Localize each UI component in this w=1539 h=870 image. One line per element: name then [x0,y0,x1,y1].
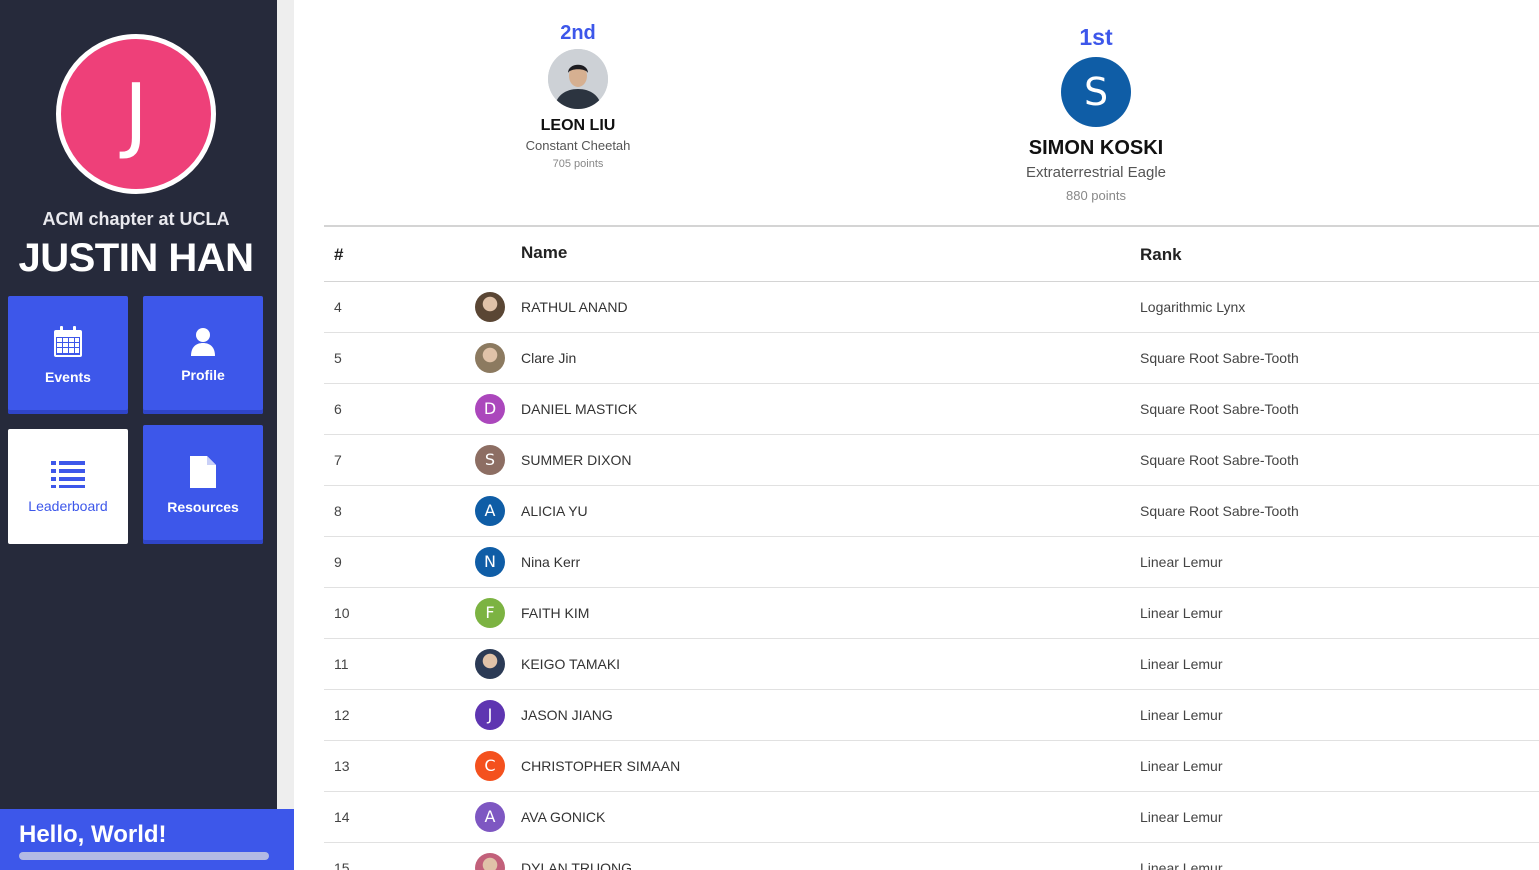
podium-second-points: 705 points [552,158,604,170]
list-icon [51,460,85,488]
row-avatar: F [475,598,505,628]
hello-world-panel[interactable]: Hello, World! [0,809,294,870]
table-row[interactable]: 6 D DANIEL MASTICK Square Root Sabre-Tooth [324,384,1539,435]
table-row[interactable]: 14 A AVA GONICK Linear Lemur [324,792,1539,843]
podium-first-points: 880 points [1066,188,1126,203]
nav-leaderboard-button[interactable]: Leaderboard [8,429,128,544]
hello-world-title: Hello, World! [19,821,167,848]
nav-profile-button[interactable]: Profile [143,296,263,414]
chapter-label: ACM chapter at UCLA [42,209,230,229]
table-row[interactable]: 10 F FAITH KIM Linear Lemur [324,588,1539,639]
table-row[interactable]: 15 DYLAN TRUONG Linear Lemur [324,843,1539,870]
sidebar: J ACM chapter at UCLA JUSTIN HAN Events … [0,0,277,870]
row-rank: Logarithmic Lynx [1140,299,1246,315]
table-row[interactable]: 12 J JASON JIANG Linear Lemur [324,690,1539,741]
row-number: 9 [334,554,342,570]
row-rank: Square Root Sabre-Tooth [1140,452,1299,468]
row-avatar [475,853,505,870]
row-avatar: A [475,802,505,832]
row-avatar: C [475,751,505,781]
row-name: RATHUL ANAND [521,299,628,315]
row-rank: Linear Lemur [1140,809,1223,825]
row-number: 10 [334,605,350,621]
row-number: 11 [334,656,349,672]
row-name: Clare Jin [521,350,577,366]
hello-progress-bar [19,852,269,860]
row-rank: Linear Lemur [1140,554,1223,570]
podium-first: 1st S SIMON KOSKI Extraterrestrial Eagle… [996,24,1196,203]
row-name: CHRISTOPHER SIMAAN [521,758,681,774]
row-avatar [475,292,505,322]
podium-second: 2nd LEON LIU Constant Cheetah 705 points [498,22,658,170]
podium-second-avatar [548,49,608,109]
row-rank: Linear Lemur [1140,656,1223,672]
header-number: # [334,245,344,264]
row-avatar [475,343,505,373]
header-name: Name [521,243,568,262]
table-row[interactable]: 11 KEIGO TAMAKI Linear Lemur [324,639,1539,690]
row-rank: Linear Lemur [1140,605,1223,621]
row-name: KEIGO TAMAKI [521,656,621,672]
row-number: 13 [334,758,350,774]
nav-events-button[interactable]: Events [8,296,128,414]
row-name: Nina Kerr [521,554,581,570]
row-name: ALICIA YU [521,503,588,519]
row-rank: Linear Lemur [1140,860,1223,870]
table-row[interactable]: 4 RATHUL ANAND Logarithmic Lynx [324,282,1539,333]
podium-first-avatar: S [1061,57,1131,127]
user-name: JUSTIN HAN [18,236,254,280]
row-avatar: N [475,547,505,577]
row-avatar [475,649,505,679]
row-number: 4 [334,299,342,315]
table-row[interactable]: 9 N Nina Kerr Linear Lemur [324,537,1539,588]
row-number: 7 [334,452,342,468]
row-number: 12 [334,707,350,723]
row-name: AVA GONICK [521,809,606,825]
row-avatar: S [475,445,505,475]
user-avatar: J [56,34,216,194]
podium-first-place: 1st [1079,24,1113,50]
table-row[interactable]: 5 Clare Jin Square Root Sabre-Tooth [324,333,1539,384]
hello-progress-fill [19,852,269,860]
row-number: 5 [334,350,342,366]
podium-second-name: LEON LIU [540,117,616,134]
podium-first-name: SIMON KOSKI [1028,137,1164,159]
podium-second-place: 2nd [560,22,596,44]
leaderboard-table: # Name Rank 4 RATHUL ANAND Logarithmic Lyn… [324,225,1539,870]
nav-resources-label: Resources [167,498,239,515]
row-name: SUMMER DIXON [521,452,632,468]
row-name: DYLAN TRUONG [521,860,632,870]
podium-second-rank: Constant Cheetah [525,138,631,153]
row-name: JASON JIANG [521,707,613,723]
row-rank: Square Root Sabre-Tooth [1140,401,1299,417]
table-header: # Name Rank [324,225,1539,282]
row-name: FAITH KIM [521,605,590,621]
row-rank: Linear Lemur [1140,707,1223,723]
header-rank: Rank [1140,245,1182,264]
table-row[interactable]: 13 C CHRISTOPHER SIMAAN Linear Lemur [324,741,1539,792]
nav-profile-label: Profile [181,367,225,383]
row-rank: Square Root Sabre-Tooth [1140,350,1299,366]
podium-first-rank: Extraterrestrial Eagle [1025,164,1167,181]
table-body: 4 RATHUL ANAND Logarithmic Lynx 5 Clare Jin S… [324,282,1539,870]
row-rank: Linear Lemur [1140,758,1223,774]
sidebar-divider [277,0,294,809]
document-icon [190,455,216,488]
row-avatar: D [475,394,505,424]
table-row[interactable]: 7 S SUMMER DIXON Square Root Sabre-Tooth [324,435,1539,486]
nav-leaderboard-label: Leaderboard [28,497,108,514]
table-row[interactable]: 8 A ALICIA YU Square Root Sabre-Tooth [324,486,1539,537]
row-rank: Square Root Sabre-Tooth [1140,503,1299,519]
nav-resources-button[interactable]: Resources [143,425,263,544]
user-icon [191,328,215,356]
row-name: DANIEL MASTICK [521,401,638,417]
row-number: 14 [334,809,350,825]
row-number: 8 [334,503,342,519]
calendar-icon [54,326,82,357]
nav-events-label: Events [45,369,91,385]
row-number: 15 [334,860,350,870]
row-avatar: A [475,496,505,526]
row-number: 6 [334,401,342,417]
row-avatar: J [475,700,505,730]
